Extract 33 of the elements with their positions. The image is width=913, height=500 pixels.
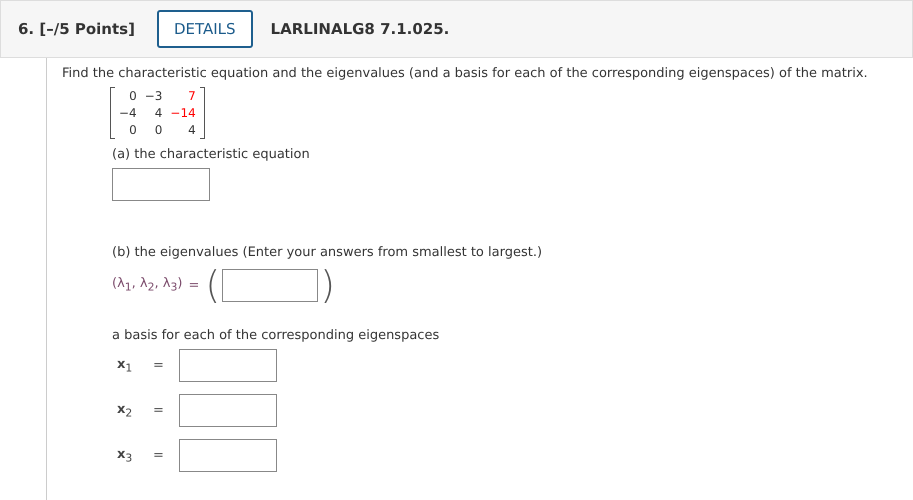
right-bracket: [200, 87, 205, 139]
question-prompt: Find the characteristic equation and the eigenvalues (and a basis for each of the corresponding eigenspaces) of the matrix.: [62, 66, 869, 81]
left-parenthesis: (: [205, 266, 220, 304]
vector-label: x$_{3}$: [117, 446, 134, 464]
equals-sign: =: [153, 358, 165, 373]
matrix-entry: 7: [187, 89, 196, 103]
equals-sign: =: [188, 278, 200, 292]
answer-field[interactable]: [179, 349, 277, 382]
matrix-entry: −14: [170, 106, 196, 120]
matrix-entry: −3: [144, 89, 162, 103]
matrix-entry: 0: [154, 123, 162, 137]
eigenvalue-tuple: (λ$_{1}$, λ$_{2}$, λ$_{3}$): [112, 276, 182, 294]
part-b-label: (b) the eigenvalues (Enter your answers from smallest to largest.): [112, 245, 544, 260]
matrix-entry: 0: [128, 123, 137, 137]
left-bracket: [110, 87, 115, 139]
matrix-entry: 4: [187, 123, 196, 137]
equals-sign: =: [153, 448, 165, 463]
vector-label: x$_{2}$: [117, 402, 134, 420]
answer-field[interactable]: [179, 439, 277, 472]
part-a-label: (a) the characteristic equation: [112, 147, 311, 162]
answer-field[interactable]: [222, 268, 318, 302]
answer-field[interactable]: [179, 394, 277, 427]
details-button[interactable]: DETAILS: [156, 10, 253, 48]
vector-label: x$_{1}$: [117, 356, 134, 374]
answer-field[interactable]: [112, 168, 210, 201]
basis-label: a basis for each of the corresponding eigenspaces: [112, 328, 440, 343]
matrix-entry: 4: [154, 106, 162, 120]
right-parenthesis: ): [320, 266, 336, 304]
problem-code: LARLINALG8 7.1.025.: [270, 20, 450, 38]
matrix-entry: 0: [128, 89, 137, 103]
equals-sign: =: [153, 403, 165, 418]
matrix-entry: −4: [119, 106, 137, 120]
question-number: 6. [–/5 Points]: [18, 20, 135, 38]
